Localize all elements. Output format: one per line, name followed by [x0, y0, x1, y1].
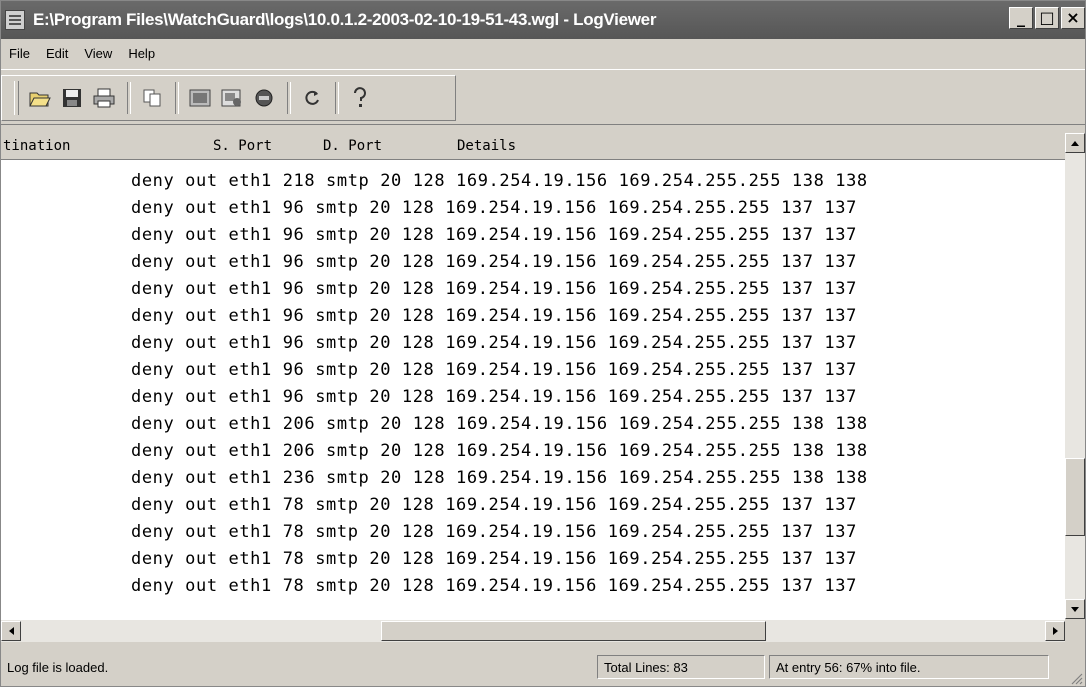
arrow-right-icon [1052, 627, 1058, 635]
copy-button[interactable] [137, 82, 167, 114]
arrow-up-icon [1071, 140, 1079, 146]
print-button[interactable] [89, 82, 119, 114]
save-button[interactable] [57, 82, 87, 114]
resize-grip-icon[interactable] [1069, 671, 1083, 685]
status-position: At entry 56: 67% into file. [769, 655, 1049, 679]
vertical-scrollbar[interactable] [1065, 133, 1085, 619]
log-row[interactable]: deny out eth1 96 smtp 20 128 169.254.19.… [131, 225, 857, 245]
search-icon [189, 89, 211, 107]
horizontal-scrollbar[interactable] [1, 620, 1065, 642]
scroll-left-button[interactable] [1, 621, 21, 641]
log-row[interactable]: deny out eth1 236 smtp 20 128 169.254.19… [131, 468, 868, 488]
log-row[interactable]: deny out eth1 96 smtp 20 128 169.254.19.… [131, 387, 857, 407]
log-row[interactable]: deny out eth1 206 smtp 20 128 169.254.19… [131, 414, 868, 434]
refresh-icon [305, 90, 319, 105]
arrow-down-icon [1071, 606, 1079, 612]
vertical-scroll-thumb[interactable] [1065, 458, 1085, 536]
log-row[interactable]: deny out eth1 78 smtp 20 128 169.254.19.… [131, 495, 857, 515]
refresh-button[interactable] [297, 82, 327, 114]
log-row[interactable]: deny out eth1 218 smtp 20 128 169.254.19… [131, 171, 868, 191]
status-message: Log file is loaded. [7, 660, 109, 675]
column-header: tination S. Port D. Port Details [1, 133, 1065, 160]
log-row[interactable]: deny out eth1 96 smtp 20 128 169.254.19.… [131, 279, 857, 299]
column-destination[interactable]: tination [3, 138, 70, 154]
window-title: E:\Program Files\WatchGuard\logs\10.0.1.… [33, 10, 657, 29]
stop-icon [255, 89, 273, 107]
toolbar-grip[interactable] [14, 81, 19, 115]
filter-icon [221, 89, 241, 107]
menu-help[interactable]: Help [120, 46, 163, 61]
log-row[interactable]: deny out eth1 96 smtp 20 128 169.254.19.… [131, 198, 857, 218]
maximize-button[interactable]: □ [1035, 7, 1059, 29]
log-row[interactable]: deny out eth1 206 smtp 20 128 169.254.19… [131, 441, 868, 461]
log-row[interactable]: deny out eth1 78 smtp 20 128 169.254.19.… [131, 576, 857, 596]
status-bar: Log file is loaded. Total Lines: 83 At e… [1, 649, 1085, 687]
logviewer-window: E:\Program Files\WatchGuard\logs\10.0.1.… [0, 0, 1086, 687]
copy-icon [143, 89, 161, 107]
scroll-right-button[interactable] [1045, 621, 1065, 641]
stop-button[interactable] [249, 82, 279, 114]
log-row[interactable]: deny out eth1 96 smtp 20 128 169.254.19.… [131, 306, 857, 326]
toolbar-separator [127, 82, 131, 114]
toolbar-separator [335, 82, 339, 114]
open-icon [29, 92, 51, 107]
menu-view[interactable]: View [76, 46, 120, 61]
log-row[interactable]: deny out eth1 78 smtp 20 128 169.254.19.… [131, 549, 857, 569]
menu-bar: File Edit View Help [1, 41, 1085, 65]
menu-file[interactable]: File [1, 46, 38, 61]
log-row[interactable]: deny out eth1 96 smtp 20 128 169.254.19.… [131, 252, 857, 272]
menu-edit[interactable]: Edit [38, 46, 76, 61]
log-row[interactable]: deny out eth1 78 smtp 20 128 169.254.19.… [131, 522, 857, 542]
save-icon [63, 89, 81, 107]
horizontal-scroll-thumb[interactable] [381, 621, 766, 641]
toolbar-separator [287, 82, 291, 114]
print-icon [93, 88, 115, 108]
arrow-left-icon [8, 627, 14, 635]
log-row[interactable]: deny out eth1 96 smtp 20 128 169.254.19.… [131, 333, 857, 353]
status-total-lines: Total Lines: 83 [597, 655, 765, 679]
log-row[interactable]: deny out eth1 96 smtp 20 128 169.254.19.… [131, 360, 857, 380]
app-icon [5, 10, 25, 30]
scroll-corner [1065, 620, 1085, 642]
help-button[interactable] [345, 82, 375, 114]
title-bar[interactable]: E:\Program Files\WatchGuard\logs\10.0.1.… [1, 1, 1085, 39]
minimize-button[interactable]: _ [1009, 7, 1033, 29]
close-button[interactable]: × [1061, 7, 1085, 29]
column-details[interactable]: Details [457, 138, 516, 154]
search-button[interactable] [185, 82, 215, 114]
toolbar-separator [175, 82, 179, 114]
open-button[interactable] [25, 82, 55, 114]
scroll-up-button[interactable] [1065, 133, 1085, 153]
column-s-port[interactable]: S. Port [213, 138, 272, 154]
column-d-port[interactable]: D. Port [323, 138, 382, 154]
log-list[interactable]: deny out eth1 218 smtp 20 128 169.254.19… [1, 160, 1065, 620]
filter-button[interactable] [217, 82, 247, 114]
help-icon [354, 87, 366, 107]
toolbar [1, 69, 1085, 125]
scroll-down-button[interactable] [1065, 599, 1085, 619]
